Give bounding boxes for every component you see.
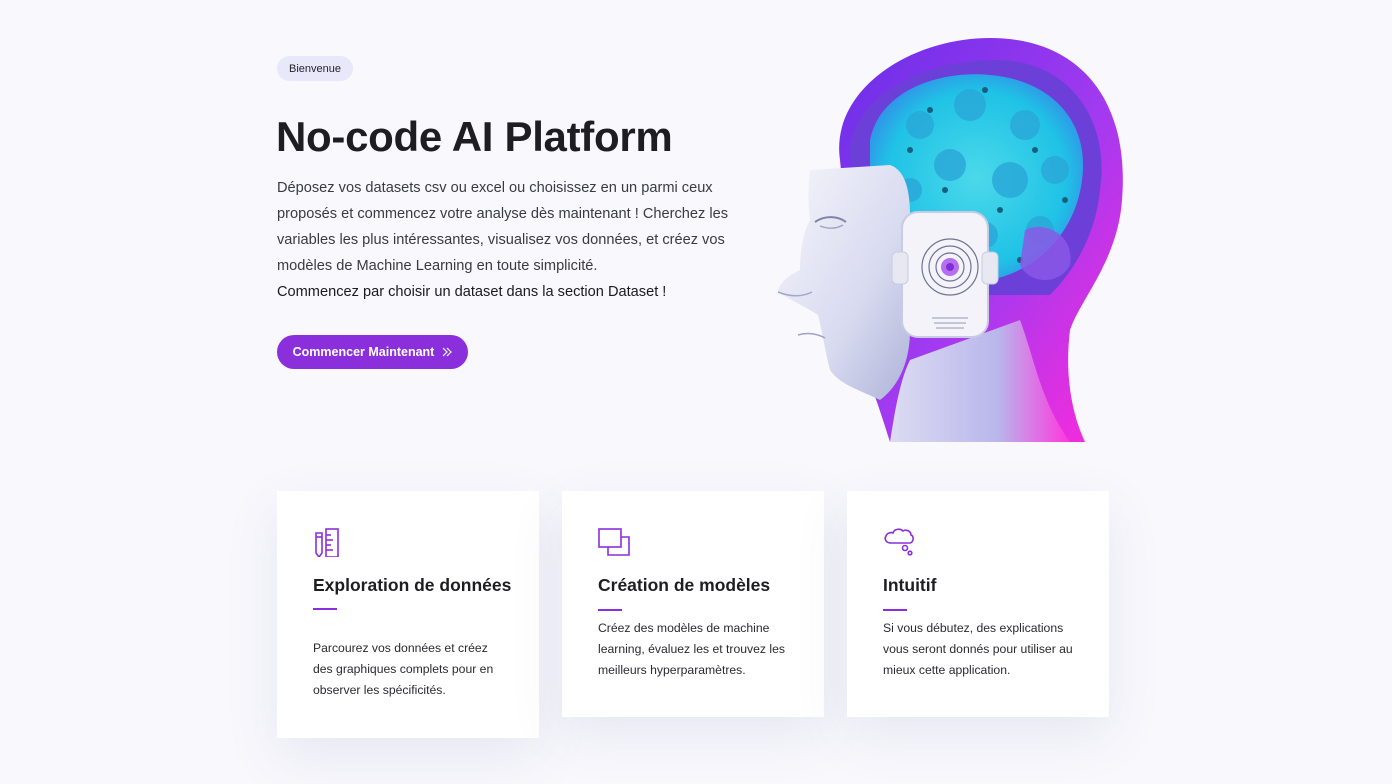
page-title: No-code AI Platform	[276, 113, 673, 160]
feature-description: Créez des modèles de machine learning, é…	[598, 621, 785, 677]
hero-description: Déposez vos datasets csv ou excel ou cho…	[277, 180, 729, 274]
feature-card-models: Création de modèles Créez des modèles de…	[562, 491, 824, 717]
feature-card-exploration: Exploration de données Parcourez vos don…	[277, 491, 539, 738]
start-now-button-label: Commencer Maintenant	[292, 345, 435, 359]
title-underline	[883, 609, 907, 611]
hero-call-to-action-text: Commencez par choisir un dataset dans la…	[277, 284, 667, 300]
feature-card-intuitive: Intuitif Si vous débutez, des explicatio…	[847, 491, 1109, 717]
landing-page: Bienvenue No-code AI Platform Déposez vo…	[0, 0, 1392, 784]
double-chevron-right-icon	[442, 347, 453, 357]
feature-title: Création de modèles	[598, 575, 771, 595]
title-underline	[598, 609, 622, 611]
feature-title: Intuitif	[883, 575, 937, 595]
layers-icon	[598, 527, 630, 557]
thought-cloud-icon	[883, 527, 914, 557]
welcome-badge: Bienvenue	[277, 56, 353, 81]
feature-description: Si vous débutez, des explications vous s…	[883, 621, 1073, 677]
feature-title: Exploration de données	[313, 575, 512, 595]
ai-head-illustration	[777, 38, 1123, 442]
start-now-button[interactable]: Commencer Maintenant	[277, 335, 468, 369]
title-underline	[313, 608, 337, 610]
feature-description: Parcourez vos données et créez des graph…	[313, 641, 494, 697]
pencil-ruler-icon	[313, 527, 343, 559]
